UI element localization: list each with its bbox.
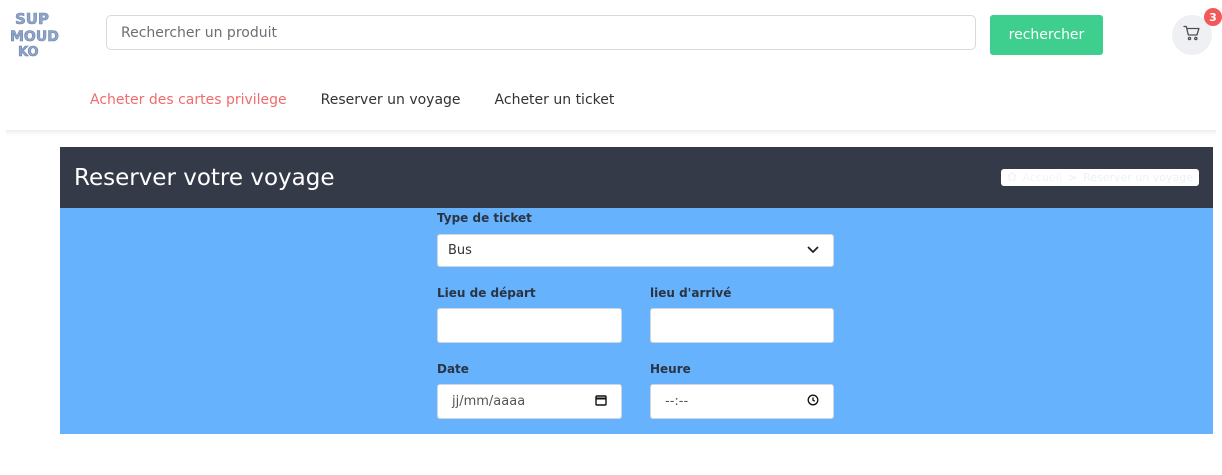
nav-item-cartes-privilege[interactable]: Acheter des cartes privilege: [90, 92, 287, 108]
search-input[interactable]: [106, 15, 976, 50]
nav-item-acheter-ticket[interactable]: Acheter un ticket: [495, 92, 615, 108]
date-placeholder: jj/mm/aaaa: [452, 394, 526, 409]
breadcrumb-home-link[interactable]: Accueil: [1023, 171, 1062, 184]
main-nav: Acheter des cartes privilege Reserver un…: [90, 92, 614, 108]
time-label: Heure: [650, 362, 691, 376]
svg-text:MOUD: MOUD: [10, 29, 59, 45]
svg-text:SUP: SUP: [15, 10, 49, 28]
home-icon: [1007, 171, 1017, 184]
date-label: Date: [437, 362, 469, 376]
booking-form: Type de ticket Bus Lieu de départ lieu d…: [60, 208, 1213, 434]
departure-label: Lieu de départ: [437, 286, 536, 300]
arrival-label: lieu d'arrivé: [650, 286, 732, 300]
departure-input[interactable]: [437, 308, 622, 343]
ticket-type-select[interactable]: Bus: [437, 234, 834, 267]
breadcrumb-separator: >: [1067, 171, 1078, 184]
breadcrumb-current: Reserver un voyage: [1083, 171, 1193, 184]
search-button[interactable]: rechercher: [990, 15, 1103, 55]
svg-text:KO: KO: [18, 45, 39, 60]
ticket-type-label: Type de ticket: [437, 211, 532, 225]
chevron-down-icon: [807, 243, 819, 258]
page-title: Reserver votre voyage: [74, 164, 335, 191]
arrival-input[interactable]: [650, 308, 834, 343]
clock-icon[interactable]: [807, 394, 819, 410]
page-title-bar: Reserver votre voyage Accueil > Reserver…: [60, 147, 1213, 208]
time-input[interactable]: --:--: [650, 384, 834, 419]
time-placeholder: --:--: [665, 394, 689, 409]
breadcrumb: Accueil > Reserver un voyage: [1000, 169, 1199, 186]
cart-count-badge: 3: [1204, 8, 1222, 26]
calendar-icon[interactable]: [595, 394, 607, 410]
header-divider: [6, 130, 1216, 136]
date-input[interactable]: jj/mm/aaaa: [437, 384, 622, 419]
ticket-type-value: Bus: [448, 243, 472, 258]
nav-item-reserver-voyage[interactable]: Reserver un voyage: [321, 92, 461, 108]
brand-logo[interactable]: SUP MOUD KO: [8, 8, 60, 61]
cart-icon: [1183, 25, 1201, 45]
